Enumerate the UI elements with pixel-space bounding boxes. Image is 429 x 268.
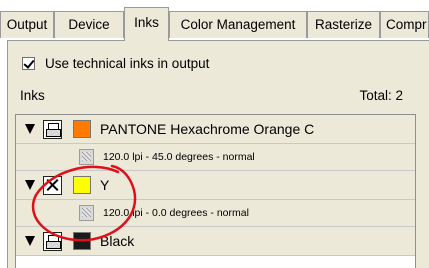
- use-technical-inks-label: Use technical inks in output: [45, 55, 210, 71]
- printer-icon[interactable]: [43, 120, 62, 139]
- use-technical-inks-option[interactable]: Use technical inks in output: [22, 55, 209, 71]
- screen-row[interactable]: 120.0 lpi - 45.0 degrees - normal: [16, 144, 415, 171]
- ink-name: PANTONE Hexachrome Orange C: [100, 121, 315, 137]
- screen-settings-text: 120.0 lpi - 45.0 degrees - normal: [103, 151, 255, 163]
- ink-row[interactable]: Y: [16, 171, 415, 200]
- no-print-icon[interactable]: [43, 176, 62, 195]
- ink-name: Black: [100, 233, 135, 249]
- screen-settings-icon: [79, 149, 94, 165]
- inks-panel: Use technical inks in output Inks Total:…: [7, 40, 429, 268]
- expand-triangle-icon[interactable]: [25, 236, 35, 246]
- screen-row[interactable]: 120.0 lpi - 0.0 degrees - normal: [16, 200, 415, 227]
- screen-settings-icon: [79, 205, 94, 221]
- ink-name: Y: [100, 177, 110, 193]
- ink-row[interactable]: PANTONE Hexachrome Orange C: [16, 115, 415, 144]
- tab-output[interactable]: Output: [0, 11, 54, 38]
- tab-inks[interactable]: Inks: [124, 7, 169, 41]
- tab-color-management[interactable]: Color Management: [169, 11, 307, 38]
- tab-device[interactable]: Device: [54, 11, 124, 38]
- tab-compression[interactable]: Compr: [380, 11, 429, 38]
- ink-row[interactable]: Black: [16, 227, 415, 256]
- ink-list: PANTONE Hexachrome Orange C 120.0 lpi - …: [15, 114, 416, 268]
- screen-settings-text: 120.0 lpi - 0.0 degrees - normal: [103, 207, 249, 219]
- printer-icon[interactable]: [43, 232, 62, 251]
- use-technical-inks-checkbox[interactable]: [22, 56, 35, 70]
- expand-triangle-icon[interactable]: [25, 180, 35, 190]
- inks-total: Total: 2: [359, 88, 403, 103]
- ink-color-swatch: [73, 120, 91, 138]
- tab-rasterize[interactable]: Rasterize: [307, 11, 380, 38]
- ink-color-swatch: [73, 232, 91, 250]
- inks-section-label: Inks: [20, 88, 45, 103]
- tab-bar: Output Device Inks Color Management Rast…: [0, 0, 429, 41]
- expand-triangle-icon[interactable]: [25, 124, 35, 134]
- ink-color-swatch: [73, 176, 91, 194]
